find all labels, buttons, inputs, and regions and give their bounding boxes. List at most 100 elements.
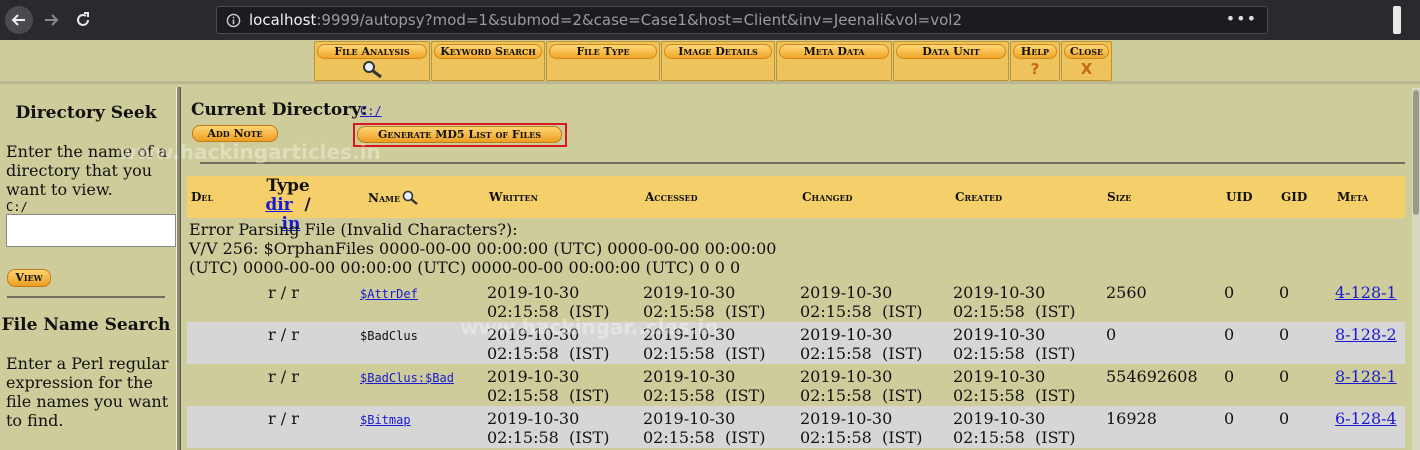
time-text: 02:15:58 (IST) (643, 302, 766, 321)
time-text: 02:15:58 (IST) (487, 428, 610, 447)
time-text: 02:15:58 (IST) (800, 386, 923, 405)
date-text: 2019-10-30 (487, 325, 580, 344)
row-size: 554692608 (1106, 367, 1198, 386)
table-row: r / r $Bitmap 2019-10-30 02:15:58 (IST) 2… (187, 406, 1405, 448)
row-gid: 0 (1279, 367, 1290, 386)
row-type: r / r (268, 409, 299, 428)
col-size[interactable]: Size (1107, 190, 1131, 204)
col-changed[interactable]: Changed (802, 190, 853, 204)
col-created[interactable]: Created (955, 190, 1002, 204)
col-accessed[interactable]: Accessed (645, 190, 698, 204)
row-name-link[interactable]: $Bitmap (360, 411, 411, 430)
divider (200, 162, 1405, 164)
date-text: 2019-10-30 (953, 283, 1046, 302)
row-changed: 2019-10-30 02:15:58 (IST) (800, 367, 922, 405)
time-text: 02:15:58 (IST) (643, 344, 766, 363)
row-changed: 2019-10-30 02:15:58 (IST) (800, 283, 922, 321)
row-type: r / r (268, 367, 299, 386)
browser-menu-handle[interactable] (1393, 6, 1401, 34)
date-text: 2019-10-30 (643, 367, 736, 386)
tab-file-analysis[interactable]: File Analysis (314, 41, 430, 81)
type-dir-link[interactable]: dir (265, 195, 292, 215)
row-written: 2019-10-30 02:15:58 (IST) (487, 283, 609, 321)
arrow-left-icon (11, 14, 25, 26)
frame-splitter[interactable] (176, 87, 181, 450)
current-directory-label: Current Directory: (191, 100, 368, 120)
col-type-title: Type (266, 176, 310, 196)
tab-close[interactable]: Close X (1061, 41, 1112, 81)
directory-seek-path: C:/ (6, 200, 28, 214)
scrollbar-thumb[interactable] (1413, 90, 1419, 215)
tab-data-unit[interactable]: Data Unit (893, 41, 1009, 81)
info-icon[interactable] (226, 13, 241, 28)
current-directory-link[interactable]: C:/ (360, 104, 382, 118)
date-text: 2019-10-30 (953, 367, 1046, 386)
vertical-scrollbar[interactable] (1412, 88, 1420, 450)
tab-image-details[interactable]: Image Details (661, 41, 775, 81)
row-type: r / r (268, 283, 299, 302)
tab-label: Keyword Search (440, 45, 536, 58)
error-line: V/V 256: $OrphanFiles 0000-00-00 00:00:0… (189, 239, 777, 258)
reload-icon (77, 12, 89, 26)
row-meta-link[interactable]: 8-128-1 (1335, 367, 1397, 386)
error-message: Error Parsing File (Invalid Characters?)… (189, 220, 789, 277)
row-size: 16928 (1106, 409, 1157, 428)
col-del[interactable]: Del (191, 190, 213, 204)
tab-meta-data[interactable]: Meta Data (776, 41, 892, 81)
row-accessed: 2019-10-30 02:15:58 (IST) (643, 325, 765, 363)
row-meta-link[interactable]: 6-128-4 (1335, 409, 1397, 428)
directory-seek-instructions: Enter the name of a directory that you w… (6, 142, 168, 199)
col-written[interactable]: Written (489, 190, 538, 204)
magnifier-icon (315, 60, 429, 82)
left-sidebar-frame: Directory Seek Enter the name of a direc… (0, 87, 176, 450)
directory-seek-input[interactable] (6, 214, 176, 247)
row-created: 2019-10-30 02:15:58 (IST) (953, 283, 1075, 321)
row-created: 2019-10-30 02:15:58 (IST) (953, 409, 1075, 447)
reload-button[interactable] (69, 6, 97, 34)
tab-keyword-search[interactable]: Keyword Search (431, 41, 545, 81)
close-x-icon: X (1080, 60, 1093, 78)
page-actions-menu-icon[interactable]: ••• (1226, 9, 1257, 28)
time-text: 02:15:58 (IST) (953, 302, 1076, 321)
row-uid: 0 (1224, 367, 1235, 386)
row-meta-link[interactable]: 8-128-2 (1335, 325, 1397, 344)
col-name-label: Name (368, 191, 401, 205)
type-separator: / (304, 195, 311, 215)
tab-help[interactable]: Help ? (1010, 41, 1060, 81)
col-gid[interactable]: GID (1281, 190, 1307, 204)
file-name-search-title: File Name Search (1, 315, 171, 335)
row-name: $BadClus (360, 329, 418, 343)
col-uid[interactable]: UID (1226, 190, 1252, 204)
arrow-right-icon (45, 14, 59, 26)
col-meta[interactable]: Meta (1337, 190, 1368, 204)
top-navigation-frame: File Analysis Keyword Search File Type I… (0, 40, 1420, 84)
row-gid: 0 (1279, 325, 1290, 344)
forward-button[interactable] (37, 6, 65, 34)
row-written: 2019-10-30 02:15:58 (IST) (487, 367, 609, 405)
add-note-button[interactable]: Add Note (192, 125, 278, 142)
divider (7, 296, 165, 298)
date-text: 2019-10-30 (800, 325, 893, 344)
row-meta-link[interactable]: 4-128-1 (1335, 283, 1397, 302)
date-text: 2019-10-30 (643, 325, 736, 344)
tab-label: Help (1020, 45, 1050, 58)
file-name-search-instructions: Enter a Perl regular expression for the … (6, 354, 169, 430)
time-text: 02:15:58 (IST) (487, 302, 610, 321)
row-changed: 2019-10-30 02:15:58 (IST) (800, 325, 922, 363)
back-button[interactable] (5, 6, 33, 34)
row-gid: 0 (1279, 409, 1290, 428)
table-row: r / r $AttrDef 2019-10-30 02:15:58 (IST) … (187, 280, 1405, 322)
tab-file-type[interactable]: File Type (546, 41, 660, 81)
row-uid: 0 (1224, 325, 1235, 344)
col-name[interactable]: Name (368, 190, 420, 205)
time-text: 02:15:58 (IST) (487, 344, 610, 363)
row-name-link[interactable]: $AttrDef (360, 285, 418, 304)
view-button[interactable]: View (7, 269, 51, 287)
generate-md5-button[interactable]: Generate MD5 List of Files (357, 126, 562, 143)
row-type: r / r (268, 325, 299, 344)
time-text: 02:15:58 (IST) (800, 302, 923, 321)
tab-label: Image Details (678, 45, 758, 58)
address-bar[interactable]: localhost:9999/autopsy?mod=1&submod=2&ca… (216, 6, 1268, 34)
row-size: 2560 (1106, 283, 1147, 302)
row-name-link[interactable]: $BadClus:$Bad (360, 369, 454, 388)
